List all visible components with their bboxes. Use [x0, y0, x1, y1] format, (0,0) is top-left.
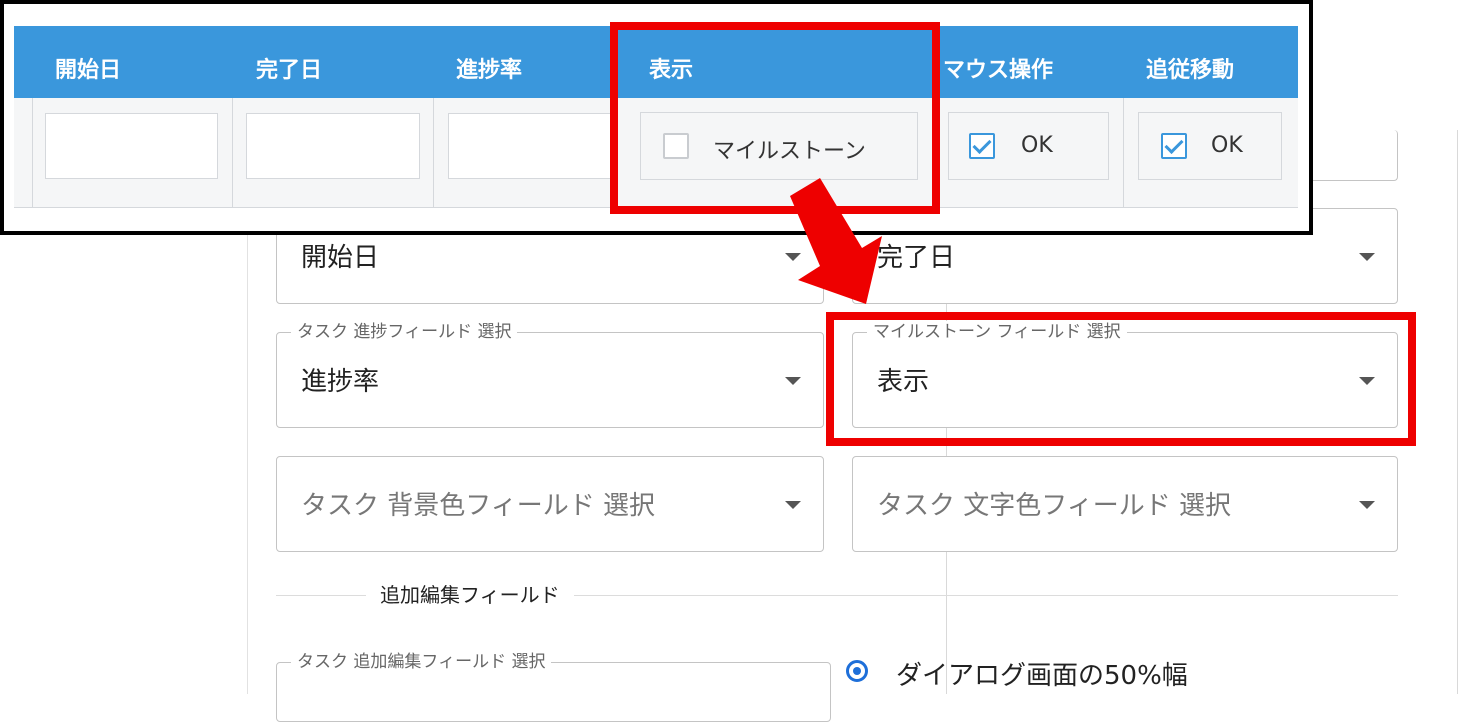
chevron-down-icon: [1359, 501, 1375, 509]
start-date-value: 開始日: [301, 243, 380, 273]
progress-input[interactable]: [448, 113, 612, 179]
panel-left-border: [247, 226, 248, 694]
cell-divider: [433, 98, 434, 208]
extra-edit-field-select[interactable]: タスク 追加編集フィールド 選択: [276, 651, 831, 722]
follow-checkbox-cell[interactable]: OK: [1138, 112, 1282, 180]
mouse-op-checkbox-label: OK: [1021, 133, 1053, 158]
cell-divider: [232, 98, 233, 208]
progress-field-legend: タスク 進捗フィールド 選択: [291, 321, 518, 343]
dialog-width-radio[interactable]: [846, 660, 868, 682]
section-title: 追加編集フィールド: [366, 579, 574, 608]
dialog-width-label: ダイアログ画面の50%幅: [896, 661, 1188, 691]
header-start-date: 開始日: [55, 58, 122, 83]
follow-checkbox[interactable]: [1161, 133, 1187, 159]
text-color-field-placeholder: タスク 文字色フィールド 選択: [877, 491, 1232, 521]
header-follow: 追従移動: [1146, 58, 1235, 83]
text-color-field-select[interactable]: タスク 文字色フィールド 選択: [852, 456, 1398, 552]
end-date-input[interactable]: [246, 113, 420, 179]
progress-field-value: 進捗率: [301, 367, 380, 397]
highlight-milestone-field: [826, 312, 1416, 446]
red-arrow-icon: [790, 178, 882, 304]
chevron-down-icon: [785, 377, 801, 385]
mouse-op-checkbox[interactable]: [969, 133, 995, 159]
header-end-date: 完了日: [256, 58, 323, 83]
extra-edit-field-legend: タスク 追加編集フィールド 選択: [291, 651, 552, 673]
bg-color-field-placeholder: タスク 背景色フィールド 選択: [301, 491, 656, 521]
header-progress: 進捗率: [456, 58, 523, 83]
follow-checkbox-label: OK: [1211, 133, 1243, 158]
progress-field-select[interactable]: タスク 進捗フィールド 選択 進捗率: [276, 321, 824, 428]
cell-divider: [1123, 98, 1124, 208]
mouse-op-checkbox-cell[interactable]: OK: [948, 112, 1109, 180]
chevron-down-icon: [785, 501, 801, 509]
start-date-input[interactable]: [45, 113, 218, 179]
bg-color-field-select[interactable]: タスク 背景色フィールド 選択: [276, 456, 824, 552]
top-right-field[interactable]: [1300, 130, 1398, 181]
chevron-down-icon: [1359, 253, 1375, 261]
header-mouse-op: マウス操作: [943, 58, 1054, 83]
cell-divider: [32, 98, 33, 208]
